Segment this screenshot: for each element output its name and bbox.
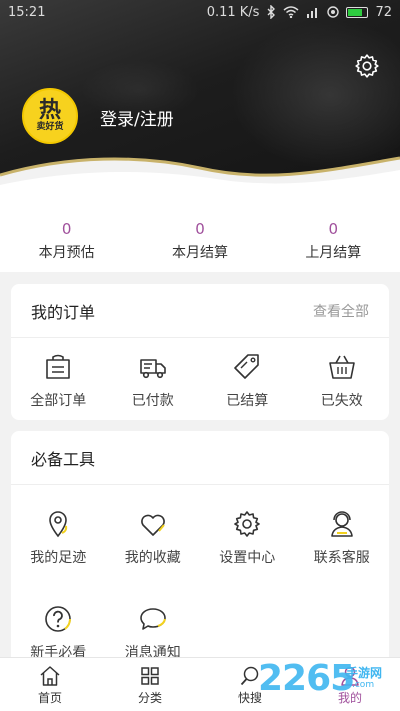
home-icon <box>40 666 60 686</box>
orders-header: 我的订单 查看全部 <box>11 284 389 338</box>
status-bar: 15:21 0.11 K/s 72 <box>0 0 400 24</box>
order-all-button[interactable]: 全部订单 <box>11 338 106 418</box>
order-settled-button[interactable]: 已结算 <box>200 338 295 418</box>
login-register-link[interactable]: 登录/注册 <box>100 105 174 130</box>
stat-this-month-settled[interactable]: 0 本月结算 <box>133 210 266 272</box>
network-speed: 0.11 K/s <box>206 4 260 20</box>
watermark-domain: .com <box>352 680 375 690</box>
truck-icon <box>139 359 166 379</box>
settings-gear-icon[interactable] <box>354 53 380 79</box>
watermark-site-name: 手游网 <box>346 666 383 680</box>
stat-label: 本月预估 <box>38 245 95 261</box>
order-all-label: 全部订单 <box>30 393 87 409</box>
battery-level: 72 <box>375 4 392 20</box>
nav-category-label: 分类 <box>137 691 162 705</box>
watermark-logo-text: 2265 <box>258 658 355 699</box>
orders-title: 我的订单 <box>31 302 96 322</box>
essential-tools-card: 必备工具 我的足迹 我的收藏 设置中心 联系客服 新手必看 消息通知 <box>11 431 389 671</box>
tool-customer-service-label: 联系客服 <box>313 550 370 566</box>
sync-icon <box>327 6 340 18</box>
stat-value: 0 <box>61 220 72 238</box>
header-wave-decoration <box>0 156 400 210</box>
order-invalid-button[interactable]: 已失效 <box>295 338 390 418</box>
bluetooth-icon <box>267 5 276 19</box>
order-paid-button[interactable]: 已付款 <box>106 338 201 418</box>
nav-home-label: 首页 <box>37 691 62 705</box>
tool-footprint-button[interactable]: 我的足迹 <box>11 485 106 580</box>
heart-icon <box>140 514 165 536</box>
stat-label: 上月结算 <box>305 245 362 261</box>
nav-home[interactable]: 首页 <box>0 658 100 711</box>
tool-settings-label: 设置中心 <box>219 550 276 566</box>
wifi-icon <box>283 6 299 18</box>
location-pin-icon <box>49 511 68 538</box>
earnings-stats: 0 本月预估 0 本月结算 0 上月结算 <box>0 210 400 272</box>
message-icon <box>139 608 166 630</box>
gear-icon <box>234 511 261 537</box>
order-settled-label: 已结算 <box>226 393 269 409</box>
tool-customer-service-button[interactable]: 联系客服 <box>295 485 390 580</box>
tool-favorites-button[interactable]: 我的收藏 <box>106 485 201 580</box>
view-all-orders-link[interactable]: 查看全部 <box>313 301 369 321</box>
stat-last-month-settled[interactable]: 0 上月结算 <box>267 210 400 272</box>
tag-icon <box>234 354 260 379</box>
status-time: 15:21 <box>8 4 46 20</box>
avatar-logo-subtext: 卖好货 <box>36 121 64 132</box>
grid-icon <box>141 667 159 685</box>
tools-header: 必备工具 <box>11 431 389 485</box>
signal-icon <box>307 8 318 18</box>
avatar[interactable]: 热 卖好货 <box>22 88 78 144</box>
stat-this-month-estimate[interactable]: 0 本月预估 <box>0 210 133 272</box>
basket-icon <box>328 355 355 379</box>
my-orders-card: 我的订单 查看全部 全部订单 已付款 已结算 已失效 <box>11 284 389 420</box>
shopping-bag-icon <box>46 354 71 379</box>
stat-label: 本月结算 <box>171 245 228 261</box>
tool-favorites-label: 我的收藏 <box>124 550 181 566</box>
tool-settings-button[interactable]: 设置中心 <box>200 485 295 580</box>
tool-footprint-label: 我的足迹 <box>30 550 87 566</box>
stat-value: 0 <box>195 220 205 238</box>
question-icon <box>45 606 72 632</box>
avatar-logo-text: 热 <box>38 97 61 123</box>
order-paid-label: 已付款 <box>131 393 174 409</box>
order-invalid-label: 已失效 <box>320 393 363 409</box>
customer-service-icon <box>330 511 353 537</box>
battery-icon <box>346 6 369 18</box>
stat-value: 0 <box>328 220 339 238</box>
tools-title: 必备工具 <box>31 449 96 469</box>
nav-category[interactable]: 分类 <box>100 658 200 711</box>
